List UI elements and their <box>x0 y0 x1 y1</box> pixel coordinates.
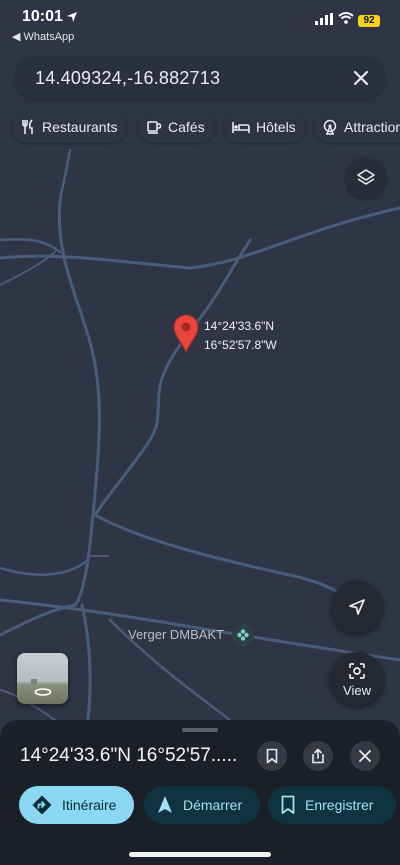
place-title: 14°24'33.6"N 16°52'57..... <box>20 745 238 766</box>
clear-search-icon[interactable] <box>348 65 374 91</box>
my-location-button[interactable] <box>331 581 383 633</box>
poi-label[interactable]: Verger DMBAKT <box>128 627 224 642</box>
place-bottom-sheet[interactable]: 14°24'33.6"N 16°52'57..... Itinéraire Dé… <box>0 720 400 865</box>
street-view-camera-icon <box>349 663 365 679</box>
road <box>0 238 62 254</box>
save-label: Enregistrer <box>305 797 374 813</box>
close-sheet-button[interactable] <box>350 741 380 771</box>
close-icon <box>359 750 371 762</box>
cellular-signal-icon <box>315 12 333 30</box>
road <box>0 558 90 576</box>
coffee-cup-icon <box>147 121 162 134</box>
ferris-wheel-icon <box>323 119 337 135</box>
sheet-drag-handle[interactable] <box>182 728 218 732</box>
thumbnail-house <box>31 679 37 684</box>
chip-restaurants[interactable]: Restaurants <box>12 111 128 143</box>
directions-button[interactable]: Itinéraire <box>19 786 134 824</box>
pin-latitude-label: 14°24'33.6"N <box>204 319 275 333</box>
navigation-arrow-icon <box>158 796 172 813</box>
start-navigation-button[interactable]: Démarrer <box>144 786 260 824</box>
directions-label: Itinéraire <box>62 797 117 813</box>
chip-label: Cafés <box>168 119 205 135</box>
bed-icon <box>232 122 250 133</box>
road <box>58 148 72 202</box>
layers-icon <box>357 169 375 185</box>
status-bar: 10:01 ◀ WhatsApp 92 <box>0 0 400 48</box>
directions-icon <box>32 795 52 815</box>
bookmark-icon <box>281 795 295 814</box>
360-view-icon <box>34 688 52 696</box>
location-arrow-icon <box>66 10 78 28</box>
road <box>0 603 77 637</box>
bookmark-icon <box>266 748 278 764</box>
road <box>93 513 347 602</box>
start-label: Démarrer <box>183 797 243 813</box>
chip-label: Hôtels <box>256 119 296 135</box>
road <box>57 198 101 607</box>
category-chips: Restaurants Cafés Hôtels Attractions <box>10 111 400 145</box>
status-time: 10:01 <box>22 8 63 25</box>
navigation-arrow-icon <box>349 599 365 615</box>
chip-label: Attractions <box>344 119 400 135</box>
share-icon <box>312 748 324 764</box>
save-place-button[interactable]: Enregistrer <box>268 786 396 824</box>
pin-longitude-label: 16°52'57.8"W <box>204 338 277 352</box>
chip-hotels[interactable]: Hôtels <box>224 111 306 143</box>
search-input[interactable]: 14.409324,-16.882713 <box>35 68 220 89</box>
fork-knife-icon <box>22 119 33 134</box>
search-bar[interactable]: 14.409324,-16.882713 <box>16 57 384 99</box>
poi-flower-icon[interactable] <box>232 624 254 646</box>
save-bookmark-button[interactable] <box>257 741 287 771</box>
chip-cafes[interactable]: Cafés <box>138 111 215 143</box>
chip-label: Restaurants <box>42 119 118 135</box>
home-indicator[interactable] <box>129 852 271 857</box>
view-button[interactable]: View <box>330 652 384 706</box>
road <box>93 238 252 517</box>
street-view-thumbnail[interactable] <box>17 653 68 704</box>
share-button[interactable] <box>303 741 333 771</box>
chip-attractions[interactable]: Attractions <box>314 111 400 143</box>
wifi-icon <box>338 11 354 29</box>
back-to-app-link[interactable]: ◀ WhatsApp <box>12 30 74 43</box>
battery-indicator: 92 <box>358 15 380 27</box>
view-label: View <box>343 683 371 698</box>
dropped-pin-icon[interactable] <box>172 314 200 359</box>
road <box>80 603 92 722</box>
map-layers-button[interactable] <box>346 158 386 198</box>
